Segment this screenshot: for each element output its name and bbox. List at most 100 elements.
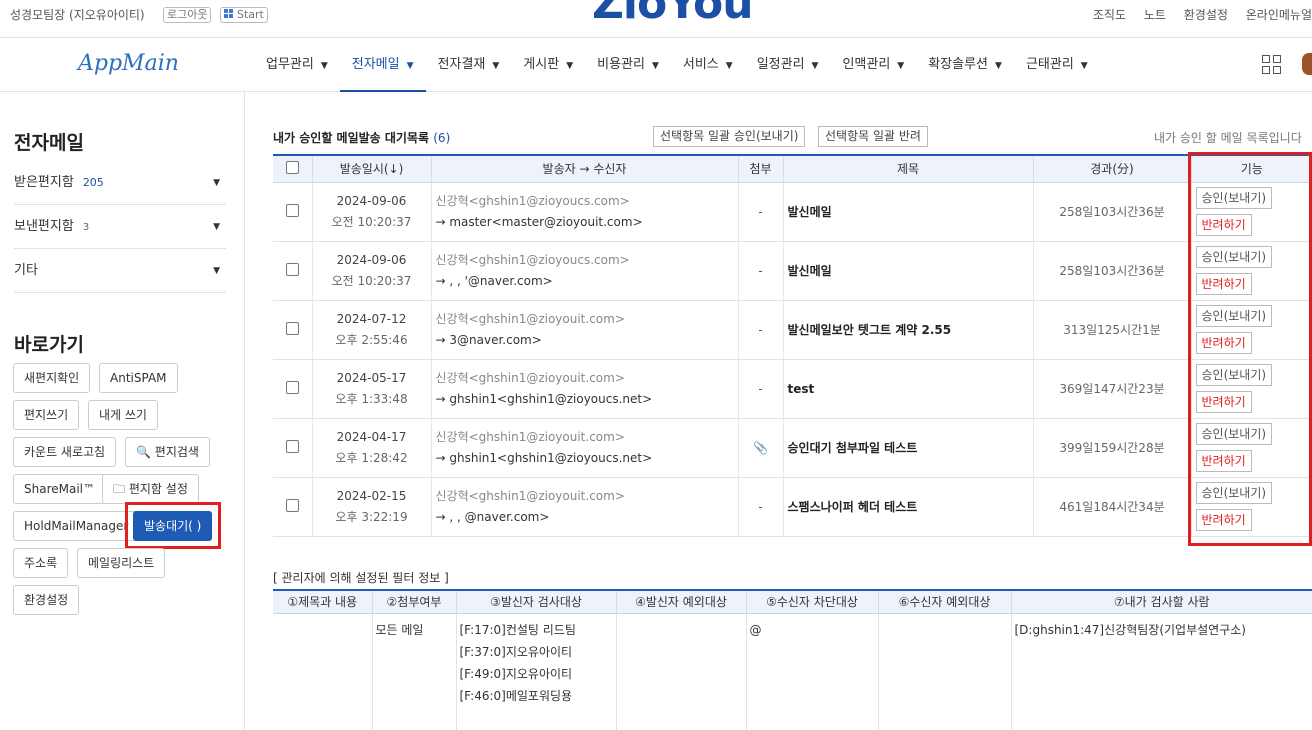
row-checkbox[interactable] (285, 321, 299, 335)
send-date-cell: 2024-02-15 오후 3:22:19 (311, 477, 431, 537)
start-button[interactable]: Start (220, 7, 268, 23)
sidebar: 전자메일 받은편지함 205 ▼ 보낸편지함 3 ▼ 기타 ▼ 바로가기 새편지확인… (0, 92, 245, 730)
settings-button[interactable]: 환경설정 (13, 585, 80, 615)
chevron-down-icon[interactable]: ▼ (213, 249, 220, 293)
subject-link[interactable]: 발신메일보안 텟그트 계약 2.55 (782, 300, 1033, 360)
column-header-date[interactable]: 발송일시(↓) (311, 154, 431, 183)
write-to-self-button[interactable]: 내게 쓰기 (88, 400, 158, 430)
sender-check-item: [F:17:0]컨설팅 리드팀 (459, 622, 576, 637)
table-row[interactable]: 2024-05-17 오후 1:33:48 신강혁<ghshin1@zioyouit… (273, 359, 1312, 419)
sidebar-item-sent[interactable]: 보낸편지함 3 ▼ (14, 205, 226, 249)
filter-col-subject: ①제목과 내용 (273, 589, 372, 614)
column-header-attach: 첨부 (737, 154, 783, 183)
row-checkbox[interactable] (285, 439, 299, 453)
quick-links-title: 바로가기 (14, 334, 84, 356)
nav-item-expense[interactable]: 비용관리 ▼ (585, 39, 671, 92)
zioyou-logo[interactable]: ZioYou (592, 0, 754, 29)
list-description: 내가 승인 할 메일 목록입니다 (1154, 131, 1302, 145)
filter-col-sender-check: ③발신자 검사대상 (455, 589, 616, 614)
filter-col-attach: ②첨부여부 (371, 589, 456, 614)
antispam-button[interactable]: AntiSPAM (99, 363, 178, 393)
row-checkbox[interactable] (285, 380, 299, 394)
subject-link[interactable]: 스팸스나이퍼 헤더 테스트 (782, 477, 1033, 537)
link-org-chart[interactable]: 조직도 (1093, 8, 1126, 22)
holdmail-manager-button[interactable]: HoldMailManager (13, 511, 140, 541)
row-checkbox[interactable] (285, 498, 299, 512)
table-row[interactable]: 2024-09-06 오전 10:20:37 신강혁<ghshin1@zioyouc… (273, 241, 1312, 301)
filter-col-recipient-except: ⑥수신자 예외대상 (877, 589, 1011, 614)
subject-link[interactable]: test (782, 359, 1033, 419)
nav-label: 근태관리 (1025, 57, 1074, 72)
select-all-checkbox[interactable] (285, 160, 299, 174)
nav-label: 일정관리 (756, 57, 805, 72)
nav-item-attendance[interactable]: 근태관리 ▼ (1014, 39, 1100, 92)
nav-item-board[interactable]: 게시판 ▼ (511, 39, 585, 92)
nav-item-work[interactable]: 업무관리 ▼ (254, 39, 340, 92)
send-date: 2024-09-06 (336, 193, 407, 208)
chevron-down-icon: ▼ (651, 61, 659, 71)
logout-button[interactable]: 로그아웃 (163, 7, 212, 23)
link-note[interactable]: 노트 (1144, 8, 1166, 22)
send-time: 오전 10:20:37 (331, 273, 412, 288)
filter-col-recipient-block: ⑤수신자 차단대상 (745, 589, 878, 614)
chevron-down-icon[interactable]: ▼ (213, 205, 220, 249)
appmain-logo[interactable]: AppMain (78, 51, 179, 76)
filter-value-attach: 모든 메일 (371, 613, 456, 730)
mailbox-settings-button[interactable]: 🗀 편지함 설정 (102, 474, 199, 504)
windows-icon (224, 9, 234, 19)
sender-recipient-cell: 신강혁<ghshin1@zioyoucs.com> → , , '@naver.c… (430, 241, 738, 301)
row-checkbox[interactable] (285, 262, 299, 276)
elapsed-time: 258일103시간36분 (1032, 241, 1191, 301)
count-refresh-button[interactable]: 카운트 새로고침 (13, 437, 117, 467)
row-checkbox[interactable] (285, 203, 299, 217)
table-row[interactable]: 2024-09-06 오전 10:20:37 신강혁<ghshin1@zioyouc… (273, 182, 1312, 242)
send-date: 2024-05-17 (336, 370, 407, 385)
send-time: 오후 1:33:48 (335, 391, 408, 406)
chevron-down-icon: ▼ (492, 61, 500, 71)
nav-item-service[interactable]: 서비스 ▼ (671, 39, 745, 92)
bulk-reject-button[interactable]: 선택항목 일괄 반려 (818, 126, 928, 147)
sidebar-item-etc[interactable]: 기타 ▼ (14, 249, 226, 293)
table-row[interactable]: 2024-04-17 오후 1:28:42 신강혁<ghshin1@zioyouit… (273, 418, 1312, 478)
new-mail-check-button[interactable]: 새편지확인 (13, 363, 91, 393)
address-book-button[interactable]: 주소록 (13, 548, 69, 578)
send-date-cell: 2024-07-12 오후 2:55:46 (311, 300, 431, 360)
link-online-manual[interactable]: 온라인메뉴얼 (1246, 8, 1312, 22)
subject-link[interactable]: 승인대기 첨부파일 테스트 (782, 418, 1033, 478)
filter-values-row: 모든 메일 [F:17:0]컨설팅 리드팀 [F:37:0]지오유아이티 [F:… (273, 613, 1312, 730)
chevron-down-icon: ▼ (725, 61, 733, 71)
search-mail-button[interactable]: 🔍 편지검색 (125, 437, 210, 467)
nav-label: 서비스 (682, 57, 719, 72)
avatar[interactable] (1302, 53, 1312, 75)
row-select-cell (273, 300, 312, 360)
pending-mail-table: 발송일시(↓) 발송자 → 수신자 첨부 제목 경과(分) 기능 2024-09… (273, 154, 1312, 537)
grid-icon[interactable] (1262, 55, 1282, 75)
subject-link[interactable]: 발신메일 (782, 182, 1033, 242)
chevron-down-icon[interactable]: ▼ (213, 161, 220, 205)
link-settings[interactable]: 환경설정 (1184, 8, 1228, 22)
search-mail-label: 편지검색 (154, 445, 199, 459)
recipient: → ghshin1<ghshin1@zioyoucs.net> (435, 391, 653, 406)
nav-item-schedule[interactable]: 일정관리 ▼ (745, 39, 831, 92)
nav-item-email[interactable]: 전자메일 ▼ (339, 39, 426, 92)
sharemail-button[interactable]: ShareMail™ (13, 474, 107, 504)
nav-item-extensions[interactable]: 확장솔루션 ▼ (916, 39, 1014, 92)
nav-item-contacts[interactable]: 인맥관리 ▼ (830, 39, 916, 92)
nav-item-approval[interactable]: 전자결재 ▼ (426, 39, 512, 92)
table-header-row: 발송일시(↓) 발송자 → 수신자 첨부 제목 경과(分) 기능 (273, 154, 1312, 183)
send-date: 2024-04-17 (336, 429, 407, 444)
sidebar-item-inbox[interactable]: 받은편지함 205 ▼ (14, 161, 226, 205)
attachment-cell: - (737, 241, 783, 301)
bulk-approve-button[interactable]: 선택항목 일괄 승인(보내기) (653, 126, 806, 147)
elapsed-time: 258일103시간36분 (1032, 182, 1191, 242)
subject-link[interactable]: 발신메일 (782, 241, 1033, 301)
sender: 신강혁<ghshin1@zioyoucs.com> (435, 193, 630, 208)
table-row[interactable]: 2024-07-12 오후 2:55:46 신강혁<ghshin1@zioyouit… (273, 300, 1312, 360)
column-header-sender: 발송자 → 수신자 (430, 154, 738, 183)
pending-count: (6) (433, 131, 451, 145)
send-date-cell: 2024-09-06 오전 10:20:37 (311, 182, 431, 242)
nav-label: 인맥관리 (842, 57, 891, 72)
table-row[interactable]: 2024-02-15 오후 3:22:19 신강혁<ghshin1@zioyouit… (273, 477, 1312, 537)
mailing-list-button[interactable]: 메일링리스트 (77, 548, 166, 578)
write-mail-button[interactable]: 편지쓰기 (13, 400, 80, 430)
